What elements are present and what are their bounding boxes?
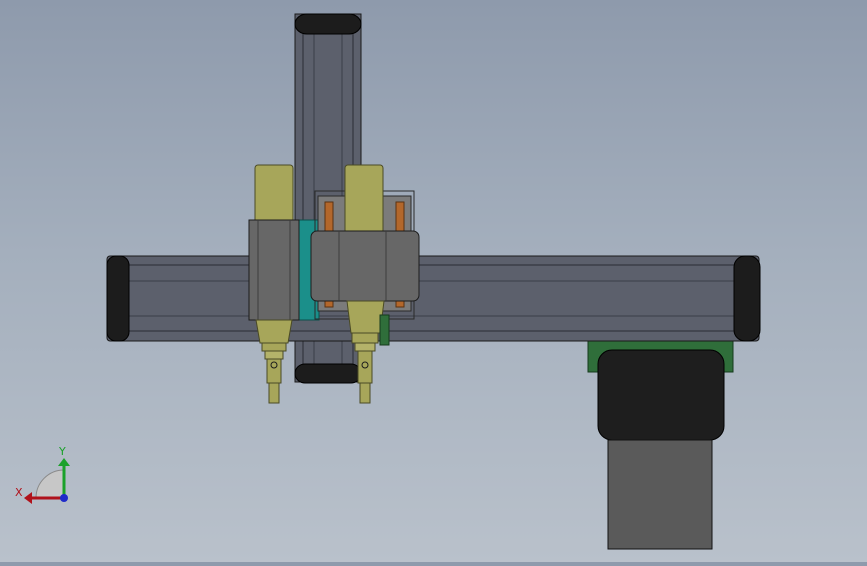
horizontal-extrusion[interactable] — [106, 255, 761, 342]
x-axis-label: X — [15, 486, 23, 499]
cad-viewport[interactable]: Y X — [0, 0, 867, 562]
small-pcb — [379, 314, 390, 346]
left-nozzle-tip — [268, 382, 280, 404]
right-nozzle-cone — [346, 300, 385, 334]
left-carriage-block — [248, 219, 300, 321]
right-nozzle-tip — [359, 382, 371, 404]
horizontal-endcap-left — [106, 255, 130, 342]
motor-body — [607, 439, 713, 550]
triad-plane — [35, 469, 65, 499]
horizontal-endcap-right — [733, 255, 761, 342]
motor-cap — [597, 349, 725, 441]
z-axis-dot — [60, 494, 68, 502]
y-axis-label: Y — [58, 445, 66, 458]
motor-assembly[interactable] — [587, 339, 734, 550]
left-cylinder-body — [254, 164, 294, 224]
vertical-endcap-bottom — [294, 363, 362, 384]
left-cylinder-assembly[interactable] — [248, 164, 300, 404]
vertical-endcap-top — [294, 13, 362, 35]
right-cylinder-body — [344, 164, 384, 234]
axis-triad: Y X — [15, 445, 70, 504]
right-carriage-block — [310, 230, 420, 302]
left-nozzle-cone — [255, 319, 293, 344]
